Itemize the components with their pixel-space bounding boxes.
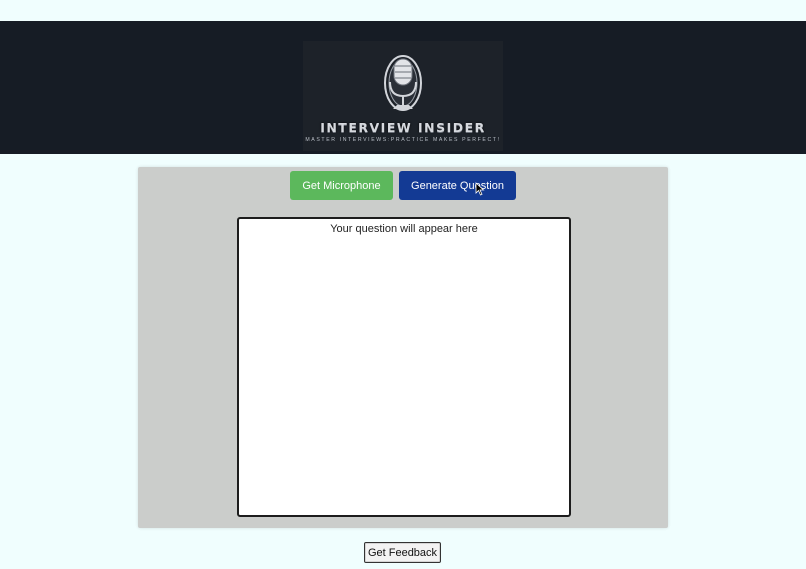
app-logo: INTERVIEW INSIDER MASTER INTERVIEWS:PRAC… xyxy=(303,41,503,151)
get-microphone-button[interactable]: Get Microphone xyxy=(290,171,393,200)
question-panel: Get Microphone Generate Question Your qu… xyxy=(138,167,668,528)
app-header: INTERVIEW INSIDER MASTER INTERVIEWS:PRAC… xyxy=(0,21,806,154)
question-placeholder-text: Your question will appear here xyxy=(330,223,478,235)
logo-tagline: MASTER INTERVIEWS:PRACTICE MAKES PERFECT… xyxy=(305,137,501,143)
get-feedback-button[interactable]: Get Feedback xyxy=(364,542,441,563)
generate-question-button[interactable]: Generate Question xyxy=(399,171,516,200)
microphone-icon xyxy=(384,55,422,111)
logo-title: INTERVIEW INSIDER xyxy=(320,120,486,135)
mouse-cursor-icon xyxy=(475,182,485,196)
question-display: Your question will appear here xyxy=(237,217,571,517)
